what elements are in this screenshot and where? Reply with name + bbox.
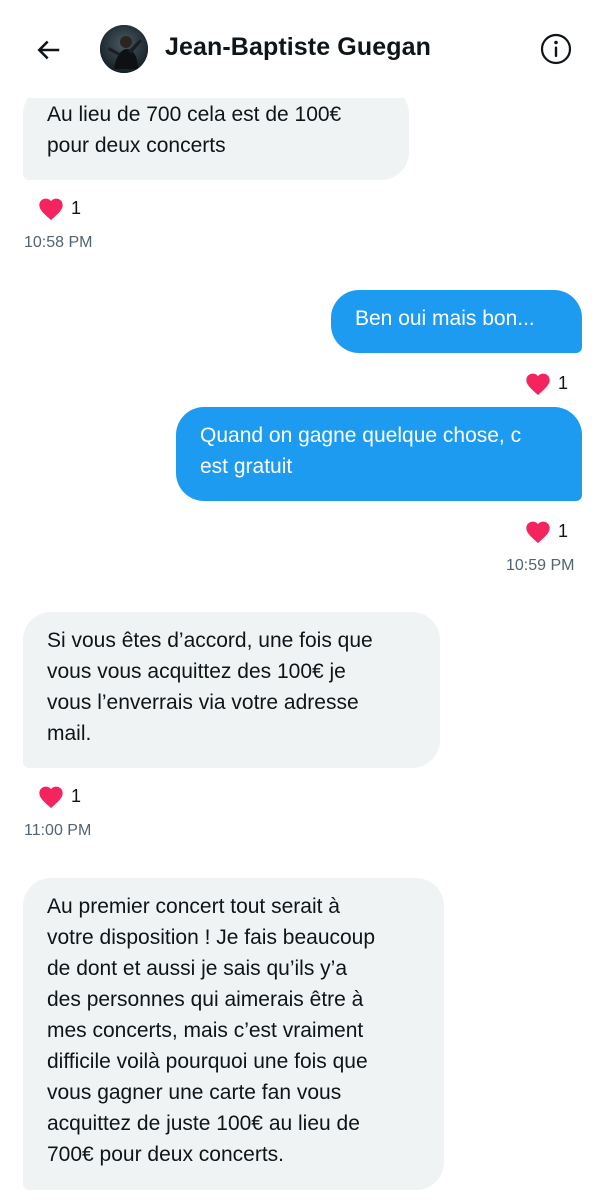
reaction-count: 1 [558, 520, 569, 541]
arrow-left-icon [37, 40, 60, 60]
message-bubble-incoming[interactable]: Si vous êtes d’accord, une fois que vous… [23, 612, 440, 768]
message-reaction[interactable]: 1 [524, 518, 568, 544]
reaction-count: 1 [71, 785, 82, 806]
avatar-image [100, 25, 148, 73]
message-reaction[interactable]: 1 [524, 370, 568, 396]
message-bubble-incoming[interactable]: Au lieu de 700 cela est de 100€ pour deu… [23, 86, 409, 180]
reaction-count: 1 [558, 372, 569, 393]
message-bubble-incoming[interactable]: Au premier concert tout serait à votre d… [23, 878, 444, 1190]
back-button[interactable] [30, 32, 66, 68]
info-button[interactable] [537, 30, 575, 68]
message-bubble-outgoing[interactable]: Quand on gagne quelque chose, c est grat… [176, 407, 582, 501]
contact-name[interactable]: Jean-Baptiste Guegan [165, 33, 431, 62]
message-timestamp: 10:58 PM [24, 234, 93, 251]
message-reaction[interactable]: 1 [37, 783, 81, 809]
info-icon [540, 33, 572, 65]
dm-conversation: Jean-Baptiste Guegan Au lieu de 700 cela… [0, 0, 605, 1200]
conversation-header: Jean-Baptiste Guegan [0, 0, 605, 98]
heart-icon [39, 198, 63, 221]
heart-icon [526, 373, 550, 396]
message-timestamp: 10:59 PM [506, 557, 575, 574]
message-bubble-outgoing[interactable]: Ben oui mais bon... [331, 290, 582, 353]
heart-icon [526, 521, 550, 544]
message-reaction[interactable]: 1 [37, 195, 81, 221]
avatar[interactable] [100, 25, 148, 73]
reaction-count: 1 [71, 197, 82, 218]
message-timestamp: 11:00 PM [24, 822, 92, 839]
heart-icon [39, 786, 63, 809]
